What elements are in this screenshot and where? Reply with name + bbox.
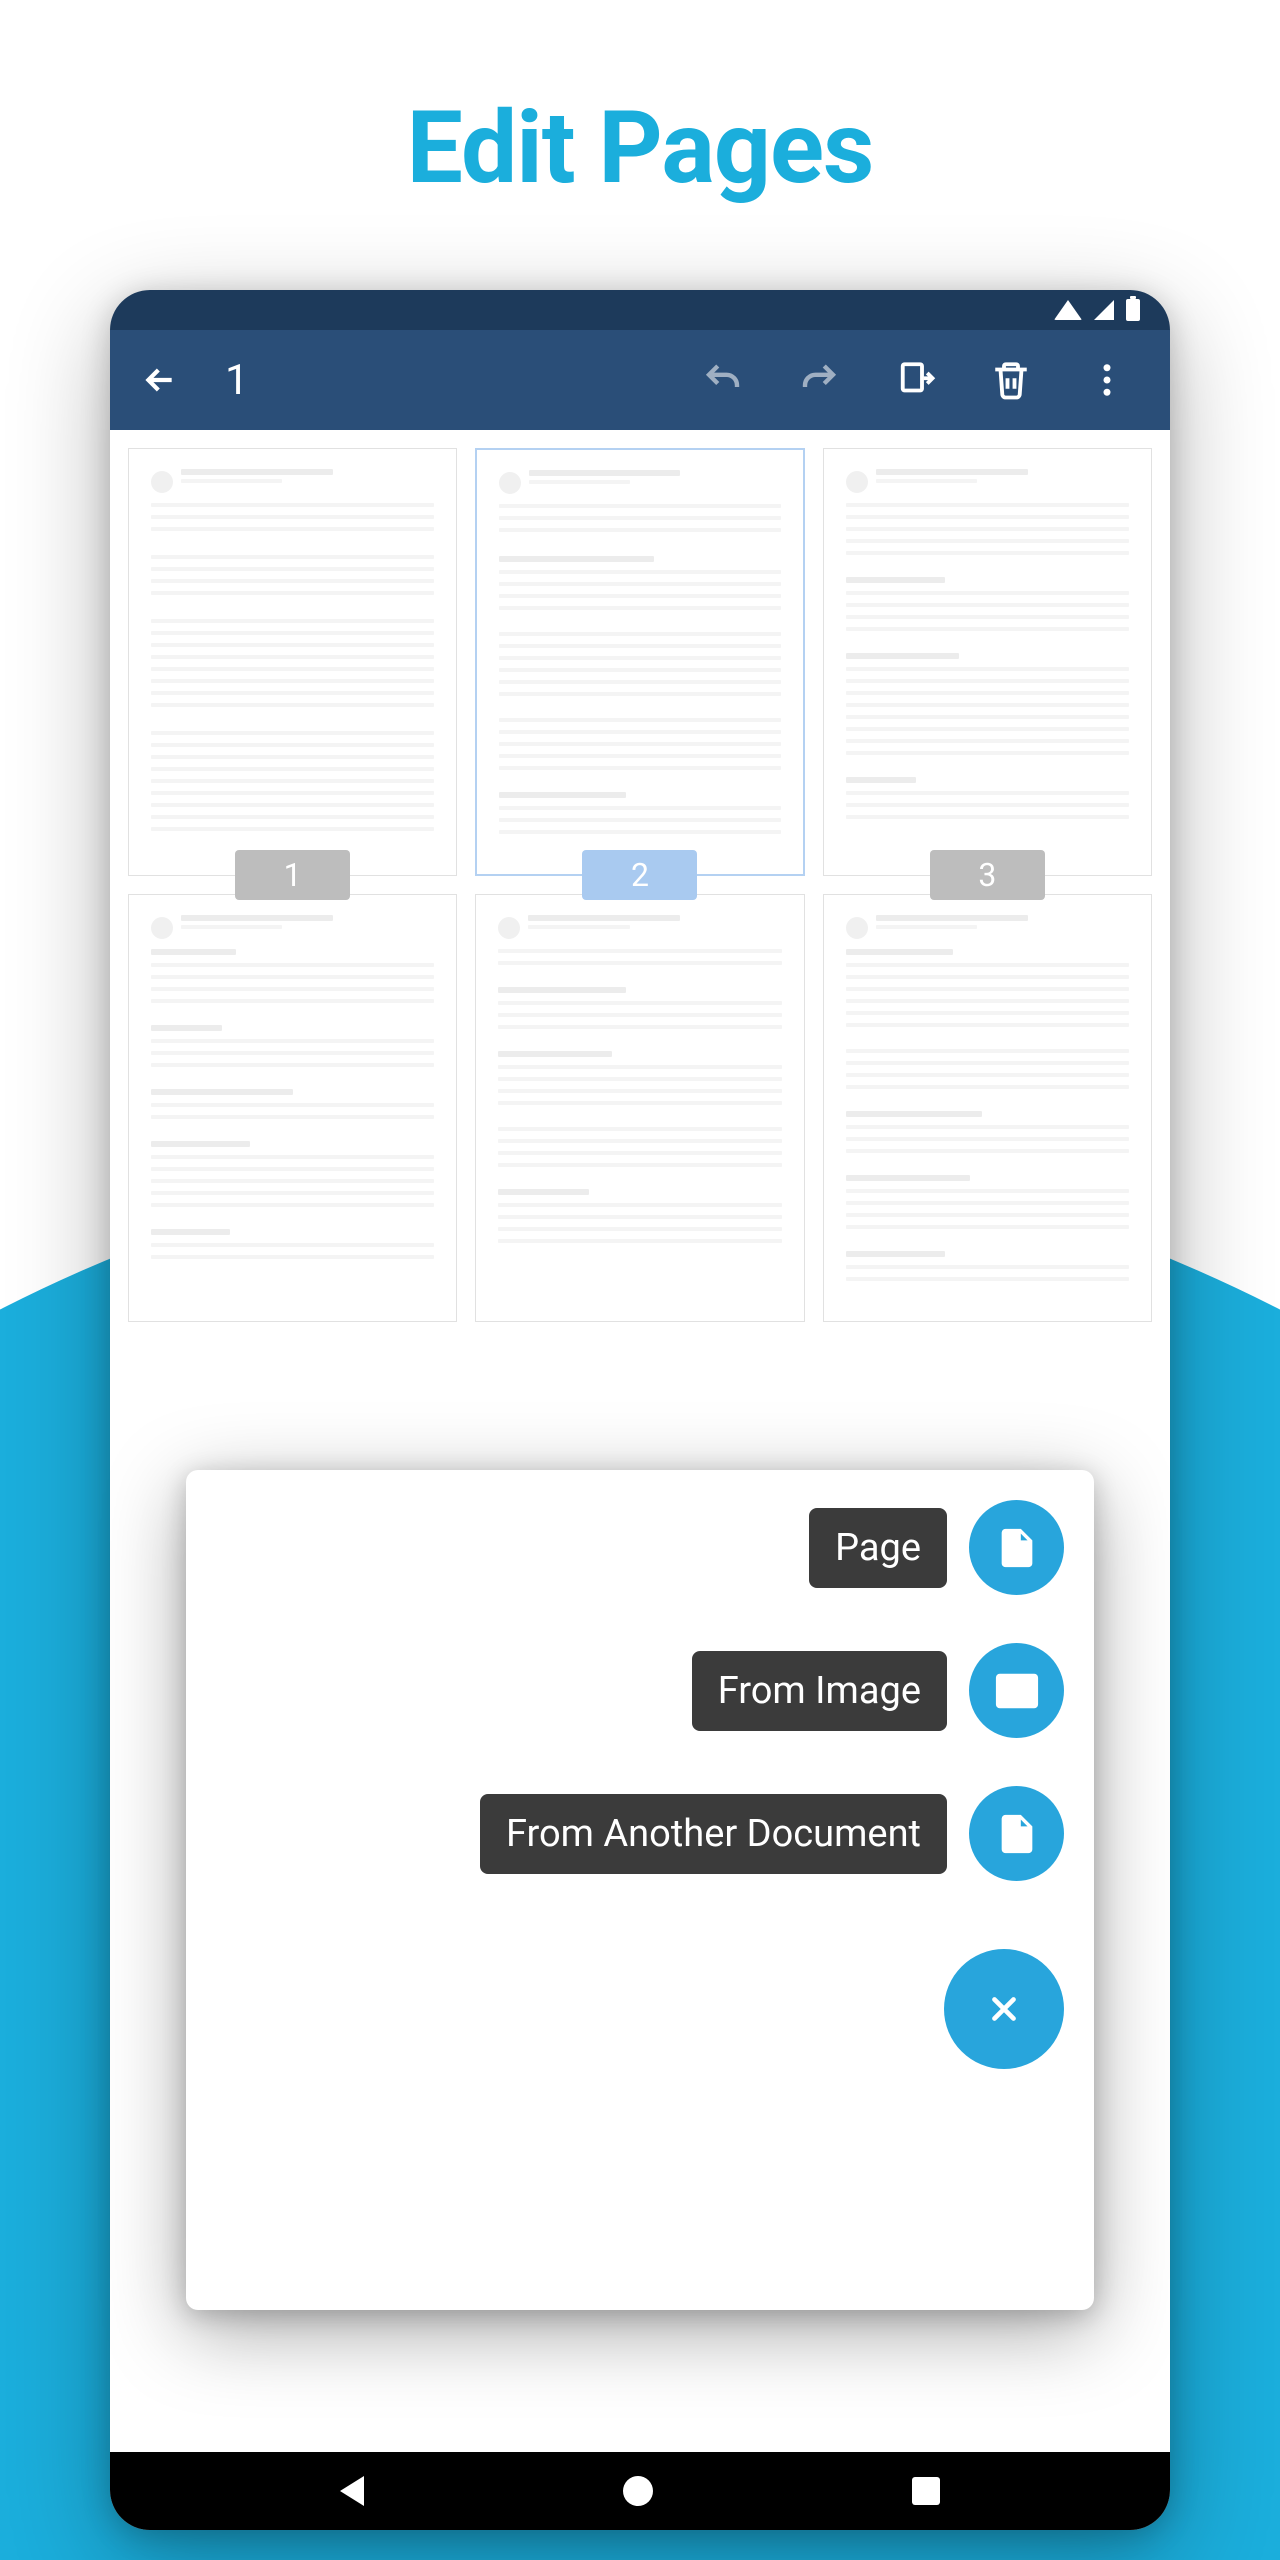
android-nav-bar: [110, 2452, 1170, 2530]
page-thumbnail-4[interactable]: [128, 894, 457, 1322]
fab-option-from-image[interactable]: From Image: [692, 1643, 1064, 1738]
fab-close-button[interactable]: [944, 1949, 1064, 2069]
fab-option-page[interactable]: Page: [809, 1500, 1064, 1595]
document-icon: [994, 1525, 1040, 1571]
page-thumbnail-5[interactable]: [475, 894, 804, 1322]
nav-recents-button[interactable]: [912, 2477, 940, 2505]
more-button[interactable]: [1077, 350, 1137, 410]
app-toolbar: 1: [110, 330, 1170, 430]
undo-icon: [702, 359, 744, 401]
image-icon: [994, 1668, 1040, 1714]
close-icon: [985, 1990, 1023, 2028]
undo-button[interactable]: [693, 350, 753, 410]
fab-label-page: Page: [809, 1508, 947, 1588]
fab-icon-from-image: [969, 1643, 1064, 1738]
fab-label-from-document: From Another Document: [480, 1794, 947, 1874]
page-thumbnail-6[interactable]: [823, 894, 1152, 1322]
more-vert-icon: [1086, 359, 1128, 401]
page-thumbnail-1[interactable]: [128, 448, 457, 876]
rotate-icon: [894, 359, 936, 401]
redo-button[interactable]: [789, 350, 849, 410]
wifi-icon: [1054, 300, 1082, 320]
back-button[interactable]: [135, 355, 185, 405]
screen-title: Edit Pages: [0, 0, 1280, 207]
toolbar-page-number: 1: [225, 356, 249, 405]
battery-icon: [1126, 299, 1140, 321]
signal-icon: [1094, 300, 1114, 320]
rotate-page-button[interactable]: [885, 350, 945, 410]
status-bar: [110, 290, 1170, 330]
fab-option-from-document[interactable]: From Another Document: [480, 1786, 1064, 1881]
arrow-left-icon: [140, 360, 180, 400]
page-grid: 1 2 3: [110, 430, 1170, 1340]
trash-icon: [990, 359, 1032, 401]
fab-menu-card: Page From Image From Another Document: [186, 1470, 1094, 2310]
delete-button[interactable]: [981, 350, 1041, 410]
page-thumbnail-2[interactable]: [475, 448, 804, 876]
fab-icon-page: [969, 1500, 1064, 1595]
nav-home-button[interactable]: [623, 2476, 653, 2506]
fab-icon-from-document: [969, 1786, 1064, 1881]
nav-back-button[interactable]: [340, 2476, 364, 2506]
document-icon: [994, 1811, 1040, 1857]
page-thumbnail-3[interactable]: [823, 448, 1152, 876]
fab-label-from-image: From Image: [692, 1651, 947, 1731]
redo-icon: [798, 359, 840, 401]
